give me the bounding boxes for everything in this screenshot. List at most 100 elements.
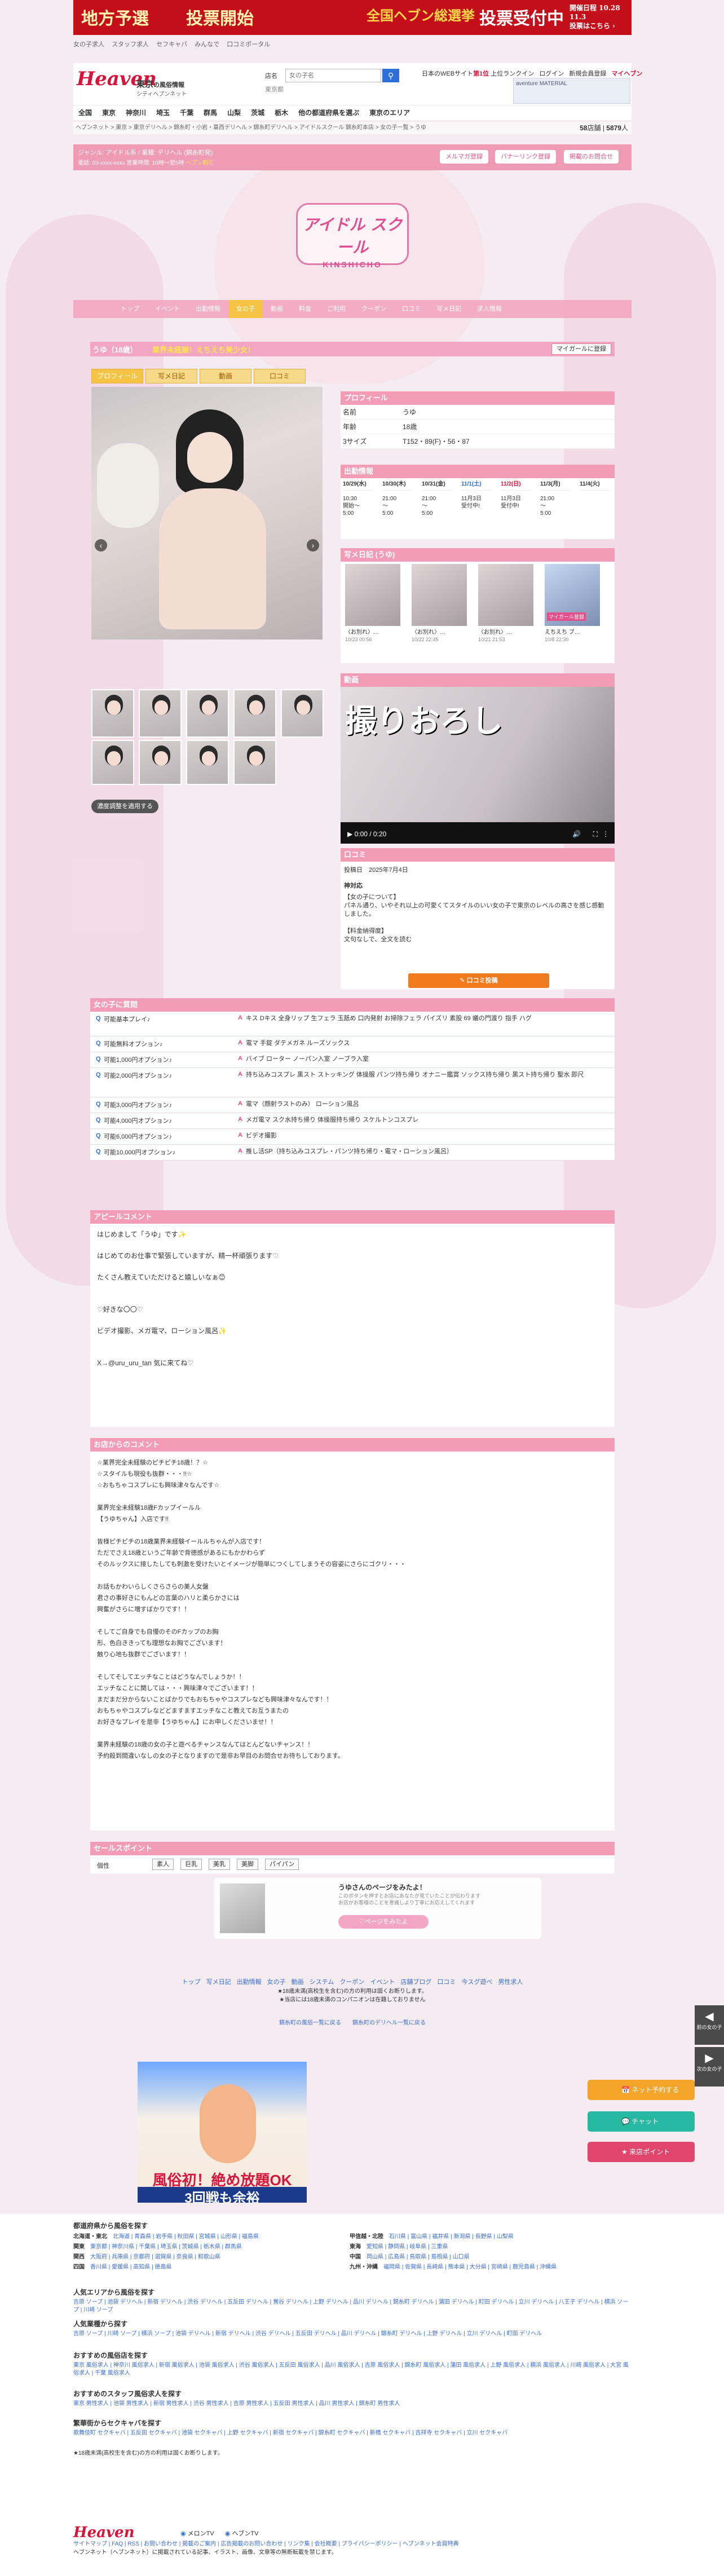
tv-link-1[interactable]: メロンTV [188,2530,214,2537]
area-nav-item[interactable]: 栃木 [270,105,293,120]
play-icon[interactable]: ▶ [347,830,352,838]
strip-link[interactable]: 口コミポータル [227,41,270,48]
footer-link[interactable]: クーポン [339,1979,364,1986]
visit-point-button[interactable]: ★ 来店ポイント [588,2142,695,2162]
prev-arrow-icon[interactable]: ‹ [95,539,107,552]
chat-button[interactable]: 💬 チャット [588,2111,695,2132]
shop-menu-item[interactable]: クーポン [354,300,394,318]
shop-menu-item[interactable]: 写メ日記 [429,300,469,318]
bannerlink-button[interactable]: バナーリンク登録 [495,150,556,164]
banner-vote-link[interactable]: 投票はこちら › [570,22,615,30]
login-link[interactable]: ログイン [539,70,564,77]
photo-thumb[interactable] [233,689,276,738]
photo-thumb[interactable] [139,689,182,738]
video-controls[interactable]: ▶ 0:00 / 0:20 🔊 ⛶ ⋮ [341,826,615,843]
footer-links[interactable]: 吉原 ソープ | 池袋 デリヘル | 新宿 デリヘル | 渋谷 デリヘル | 五… [73,2299,632,2314]
diary-card[interactable]: 〈お別れ〉… 10/23 00:56 [345,564,405,660]
photo-thumb[interactable] [91,689,134,738]
area-nav-item[interactable]: 全国 [73,105,97,120]
area-nav-item[interactable]: 東京のエリア [364,105,415,120]
volume-icon[interactable]: 🔊 [572,826,581,843]
region-links[interactable]: 愛知県 | 静岡県 | 岐阜県 | 三重県 [367,2244,448,2250]
shop-menu-item[interactable]: 動画 [263,300,291,318]
footer-link[interactable]: 出勤情報 [237,1979,262,1986]
prev-girl-button[interactable]: ◀ 前の女の子 [695,2005,724,2045]
shop-menu-item[interactable]: トップ [113,300,147,318]
tv-link-2[interactable]: ヘブンTV [232,2530,258,2537]
footer-links[interactable]: 東京 男性求人 | 池袋 男性求人 | 新宿 男性求人 | 渋谷 男性求人 | … [73,2400,632,2408]
footer-links[interactable]: 東京 風俗求人 | 神奈川 風俗求人 | 新宿 風俗求人 | 池袋 風俗求人 |… [73,2362,632,2377]
footer-link[interactable]: 店舗ブログ [400,1979,431,1986]
photo-thumb[interactable] [186,740,229,785]
tab-review[interactable]: 口コミ [254,369,306,383]
region-links[interactable]: 北海道 | 青森県 | 岩手県 | 秋田県 | 宮城県 | 山形県 | 福島県 [113,2234,259,2240]
tab-profile[interactable]: プロフィール [91,369,143,383]
region-links[interactable]: 大阪府 | 兵庫県 | 京都府 | 滋賀県 | 奈良県 | 和歌山県 [90,2254,220,2260]
region-links[interactable]: 石川県 | 富山県 | 福井県 | 新潟県 | 長野県 | 山梨県 [389,2234,514,2240]
footer-link[interactable]: 動画 [292,1979,304,1986]
search-button[interactable]: ⚲ [382,69,399,82]
strip-link[interactable]: 女の子求人 [73,41,104,48]
mypage-link[interactable]: マイヘブン [611,70,642,77]
shop-menu-item[interactable]: ご利用 [319,300,354,318]
shop-menu-item[interactable]: 求人情報 [469,300,510,318]
diary-card[interactable]: 〈お別れ〉… 10/22 22:45 [412,564,471,660]
discount-tag[interactable]: ヘブン割引 [186,160,214,166]
main-photo[interactable]: ‹ › [91,387,323,639]
fullscreen-icon[interactable]: ⛶ [593,826,598,843]
area-nav-item[interactable]: 神奈川 [121,105,151,120]
area-nav-item[interactable]: 山梨 [222,105,246,120]
footer-logo[interactable]: Heaven [73,2524,135,2541]
next-arrow-icon[interactable]: › [307,539,319,552]
footer-link[interactable]: 写メ日記 [206,1979,231,1986]
mosaic-toggle-button[interactable]: 濃度調整を適用する [91,800,158,813]
footer-link[interactable]: 女の子 [267,1979,286,1986]
tab-video[interactable]: 動画 [200,369,251,383]
bottom-ad[interactable]: 風俗初！絶め放題OK 3回戦も余裕 [138,2062,307,2203]
shop-menu-item[interactable]: 料金 [291,300,319,318]
next-girl-button[interactable]: ▶ 次の女の子 [695,2047,724,2087]
top-banner[interactable]: 地方予選 投票開始 全国ヘブン総選挙 投票受付中 開催日程 10.28 11.3… [73,0,632,35]
register-link[interactable]: 新規会員登録 [569,70,606,77]
footer-links[interactable]: 歌舞伎町 セクキャバ | 五反田 セクキャバ | 池袋 セクキャバ | 上野 セ… [73,2429,632,2437]
region-links[interactable]: 岡山県 | 広島県 | 鳥取県 | 島根県 | 山口県 [367,2254,470,2260]
footer-link[interactable]: システム [310,1979,334,1986]
search-input[interactable] [285,69,381,82]
region-links[interactable]: 福岡県 | 佐賀県 | 長崎県 | 熊本県 | 大分県 | 宮崎県 | 鹿児島県… [383,2264,557,2270]
footer-link[interactable]: トップ [182,1979,201,1986]
inquiry-button[interactable]: 掲載のお問合せ [564,150,619,164]
diary-card[interactable]: 〈お別れ〉… 10/21 21:53 [478,564,538,660]
region-links[interactable]: 香川県 | 愛媛県 | 高知県 | 徳島県 [90,2264,171,2270]
area-nav-item[interactable]: 他の都道府県を選ぶ [293,105,364,120]
breadcrumb-text[interactable]: ヘブンネット > 東京 > 東京デリヘル > 錦糸町・小岩・葛西デリヘル > 錦… [73,125,426,131]
area-nav-item[interactable]: 埼玉 [151,105,175,120]
footer-bottom-links[interactable]: サイトマップ | FAQ | RSS | お問い合わせ | 掲載のご案内 | 広… [73,2540,632,2548]
net-reserve-button[interactable]: 📅 ネット予約する [588,2080,695,2100]
shop-menu-item[interactable]: 口コミ [394,300,429,318]
shop-logo[interactable]: アイドル スクール KINSHICHO [296,203,409,269]
diary-card[interactable]: マイガール登録 えちえち ブ… 10/8 22:30 [545,564,604,660]
area-nav-item[interactable]: 群馬 [198,105,222,120]
header-ad[interactable]: aventure MATERIAL [513,78,630,104]
back-links[interactable]: 錦糸町の風俗一覧に戻る 錦糸町のデリヘル一覧に戻る [90,2018,615,2026]
video-player[interactable]: 撮りおろし ▶ 0:00 / 0:20 🔊 ⛶ ⋮ [341,687,615,844]
strip-link[interactable]: みんなで [195,41,219,48]
shop-menu-item-active[interactable]: 女の子 [228,300,263,318]
mygirl-button[interactable]: マイガールに登録 [551,343,611,355]
footer-link[interactable]: 男性求人 [498,1979,523,1986]
footer-link[interactable]: イベント [370,1979,395,1986]
area-nav-item[interactable]: 東京 [97,105,121,120]
strip-link[interactable]: スタッフ求人 [112,41,149,48]
photo-thumb[interactable] [281,689,324,738]
photo-thumb[interactable] [233,740,276,785]
shop-menu-item[interactable]: イベント [147,300,188,318]
photo-thumb[interactable] [186,689,229,738]
review-post-button[interactable]: ✎ 口コミ投稿 [408,973,549,988]
mitayo-button[interactable]: ♡ページをみたよ [338,1915,429,1929]
more-icon[interactable]: ⋮ [602,826,609,843]
footer-links[interactable]: 吉原 ソープ | 川崎 ソープ | 横浜 ソープ | 池袋 デリヘル | 新宿 … [73,2330,632,2338]
mailmag-button[interactable]: メルマガ登録 [440,150,488,164]
shop-menu-item[interactable]: 出勤情報 [188,300,228,318]
photo-thumb[interactable] [91,740,134,785]
footer-link[interactable]: 口コミ [437,1979,456,1986]
